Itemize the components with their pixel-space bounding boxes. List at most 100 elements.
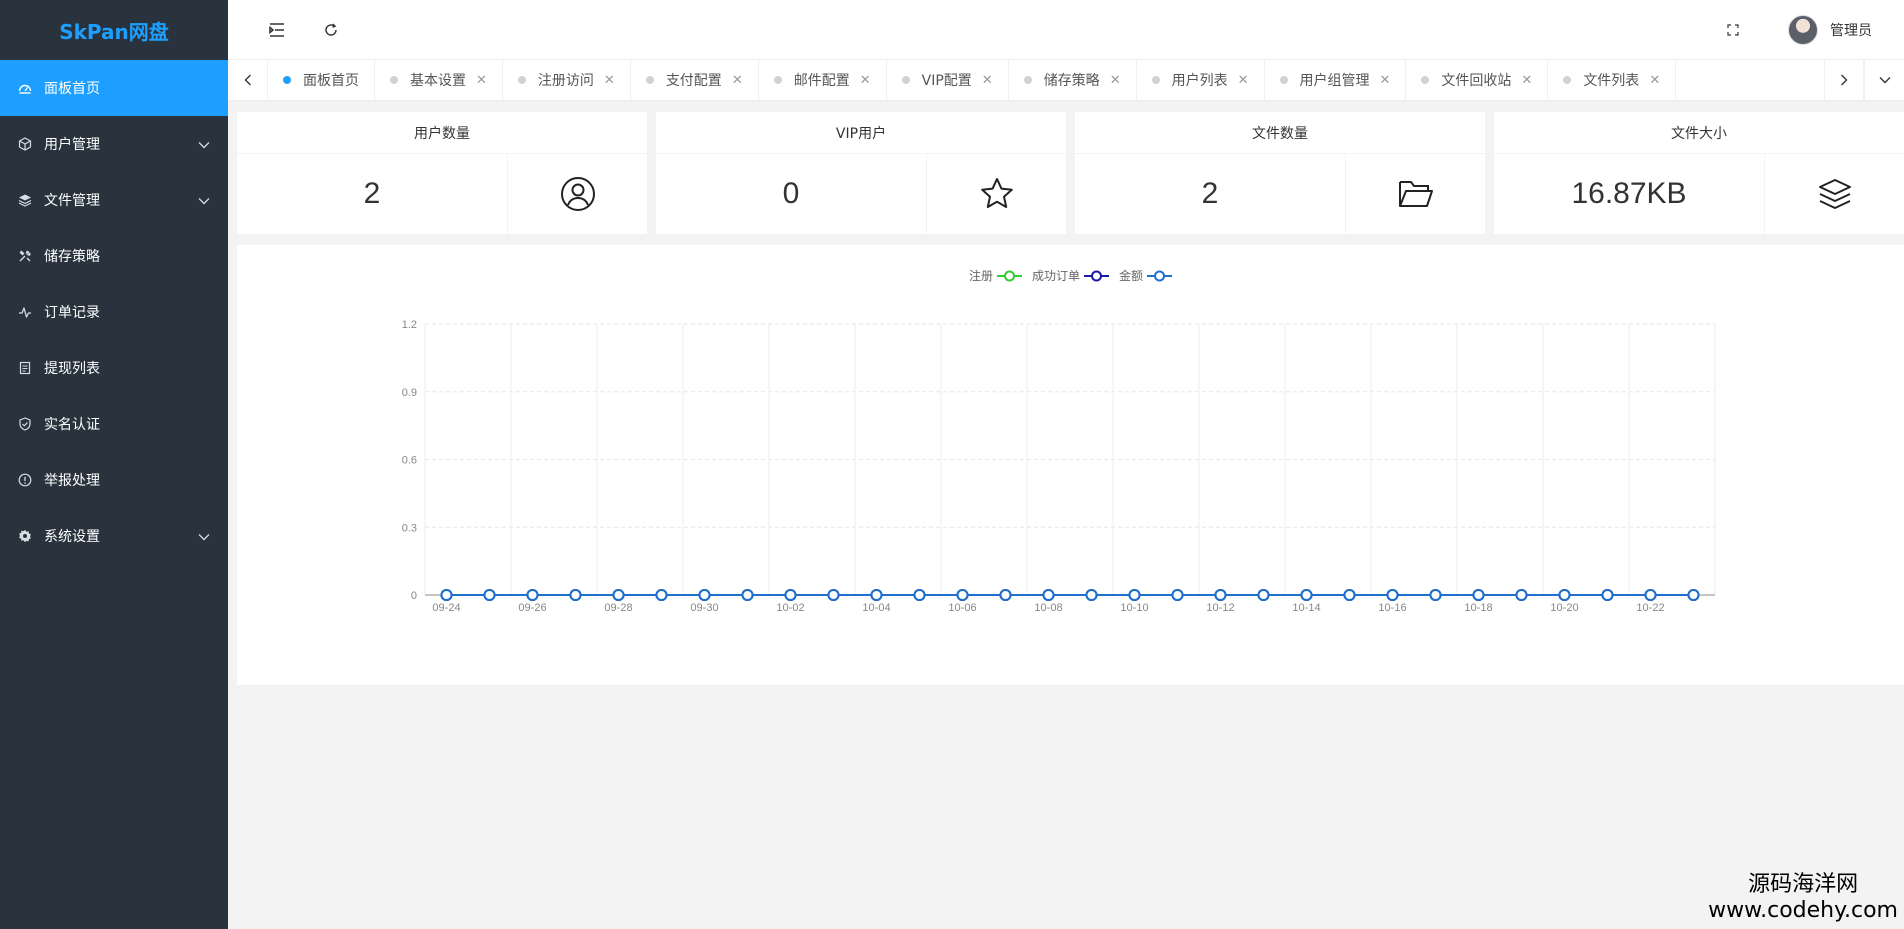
- tab-6[interactable]: 储存策略 ✕: [1009, 60, 1137, 100]
- stat-card-users: 用户数量 2: [237, 112, 647, 234]
- chart-panel: 注册 成功订单 金额 0 0.3 0.6 0.9 1.2 09-24 09-26 09-28 09-…: [237, 245, 1904, 685]
- tab-status-dot: [1151, 76, 1160, 84]
- stat-card-vip: VIP用户 0: [656, 112, 1066, 234]
- cube-icon: [18, 137, 32, 151]
- sidebar-item-4[interactable]: 订单记录: [0, 284, 228, 340]
- data-point: [1429, 589, 1442, 601]
- sidebar-item-label: 储存策略: [44, 249, 100, 265]
- shield-check-icon: [18, 417, 32, 431]
- tab-4[interactable]: 邮件配置 ✕: [759, 60, 887, 100]
- folder-open-icon: [1345, 154, 1485, 234]
- data-point: [870, 589, 883, 601]
- tab-label: 面板首页: [303, 73, 359, 89]
- sidebar: SkPan网盘 面板首页用户管理文件管理储存策略订单记录 提现列表实名认证举报处理…: [0, 0, 228, 929]
- tools-icon: [18, 249, 32, 263]
- sidebar-item-1[interactable]: 用户管理: [0, 116, 228, 172]
- sidebar-item-8[interactable]: 系统设置: [0, 508, 228, 564]
- data-point: [1257, 589, 1270, 601]
- data-point: [655, 589, 668, 601]
- data-point: [698, 589, 711, 601]
- watermark: 源码海洋网 www.codehy.com: [1708, 866, 1898, 923]
- data-point: [999, 589, 1012, 601]
- tab-7[interactable]: 用户列表 ✕: [1137, 60, 1265, 100]
- tab-status-dot: [517, 76, 526, 84]
- star-icon: [926, 154, 1066, 234]
- tab-9[interactable]: 文件回收站 ✕: [1406, 60, 1549, 100]
- sidebar-item-label: 面板首页: [44, 81, 100, 97]
- chevron-down-icon: [198, 137, 210, 153]
- fullscreen-icon[interactable]: [1722, 19, 1744, 41]
- data-point: [827, 589, 840, 601]
- tab-status-dot: [645, 76, 654, 84]
- data-point: [1472, 589, 1485, 601]
- sidebar-item-label: 用户管理: [44, 137, 100, 153]
- data-point: [784, 589, 797, 601]
- close-icon[interactable]: ✕: [476, 73, 487, 88]
- tab-status-dot: [283, 76, 291, 84]
- data-point: [1343, 589, 1356, 601]
- data-point: [1300, 589, 1313, 601]
- sidebar-item-3[interactable]: 储存策略: [0, 228, 228, 284]
- tab-scroll-left-icon[interactable]: [228, 60, 268, 100]
- tab-2[interactable]: 注册访问 ✕: [503, 60, 631, 100]
- data-point: [1386, 589, 1399, 601]
- dashboard-icon: [18, 81, 32, 95]
- tab-1[interactable]: 基本设置 ✕: [375, 60, 503, 100]
- sidebar-item-7[interactable]: 举报处理: [0, 452, 228, 508]
- x-tick-label: 10-22: [1636, 602, 1664, 614]
- close-icon[interactable]: ✕: [732, 73, 743, 88]
- stat-card-filesize: 文件大小 16.87KB: [1494, 112, 1904, 234]
- data-point: [1042, 589, 1055, 601]
- stat-card-files: 文件数量 2: [1075, 112, 1485, 234]
- x-tick-label: 09-24: [432, 602, 460, 614]
- sidebar-item-2[interactable]: 文件管理: [0, 172, 228, 228]
- data-point: [569, 589, 582, 601]
- chevron-down-icon: [198, 193, 210, 209]
- tab-label: 用户列表: [1171, 73, 1228, 89]
- stat-title: VIP用户: [656, 112, 1066, 154]
- close-icon[interactable]: ✕: [1521, 73, 1532, 88]
- tab-label: VIP配置: [921, 73, 972, 89]
- x-tick-label: 10-16: [1378, 602, 1406, 614]
- close-icon[interactable]: ✕: [1110, 73, 1121, 88]
- x-tick-label: 09-26: [518, 602, 546, 614]
- chevron-down-icon: [198, 529, 210, 545]
- x-tick-label: 10-12: [1206, 602, 1234, 614]
- sidebar-item-6[interactable]: 实名认证: [0, 396, 228, 452]
- stat-title: 文件大小: [1494, 112, 1904, 154]
- tab-scroll-right-icon[interactable]: [1824, 60, 1864, 100]
- sidebar-item-label: 实名认证: [44, 417, 100, 433]
- sidebar-item-0[interactable]: 面板首页: [0, 60, 228, 116]
- close-icon[interactable]: ✕: [1380, 73, 1391, 88]
- close-icon[interactable]: ✕: [860, 73, 871, 88]
- tab-10[interactable]: 文件列表 ✕: [1548, 60, 1677, 100]
- user-circle-icon: [507, 154, 647, 234]
- data-point: [526, 589, 539, 601]
- tab-0[interactable]: 面板首页: [268, 60, 375, 100]
- app-logo[interactable]: SkPan网盘: [0, 0, 228, 60]
- y-tick-label: 0.3: [402, 522, 417, 534]
- x-tick-label: 09-30: [690, 602, 718, 614]
- tab-5[interactable]: VIP配置 ✕: [887, 60, 1009, 100]
- x-tick-label: 10-08: [1034, 602, 1062, 614]
- y-tick-label: 0: [411, 590, 417, 602]
- toggle-sidebar-icon[interactable]: [266, 19, 288, 41]
- data-point: [913, 589, 926, 601]
- sidebar-item-5[interactable]: 提现列表: [0, 340, 228, 396]
- tab-status-dot: [390, 76, 398, 84]
- tab-8[interactable]: 用户组管理 ✕: [1265, 60, 1407, 100]
- x-tick-label: 10-14: [1292, 602, 1320, 614]
- refresh-icon[interactable]: [320, 19, 342, 41]
- tab-status-dot: [1279, 76, 1288, 84]
- tab-label: 邮件配置: [793, 73, 850, 89]
- data-point: [1687, 589, 1700, 601]
- close-icon[interactable]: ✕: [1238, 73, 1249, 88]
- close-icon[interactable]: ✕: [982, 73, 993, 88]
- user-menu[interactable]: 管理员: [1788, 15, 1872, 45]
- x-tick-label: 10-06: [948, 602, 976, 614]
- close-icon[interactable]: ✕: [604, 73, 615, 88]
- tab-3[interactable]: 支付配置 ✕: [631, 60, 759, 100]
- tab-menu-dropdown-icon[interactable]: [1864, 60, 1904, 100]
- x-tick-label: 10-04: [862, 602, 890, 614]
- close-icon[interactable]: ✕: [1649, 73, 1660, 88]
